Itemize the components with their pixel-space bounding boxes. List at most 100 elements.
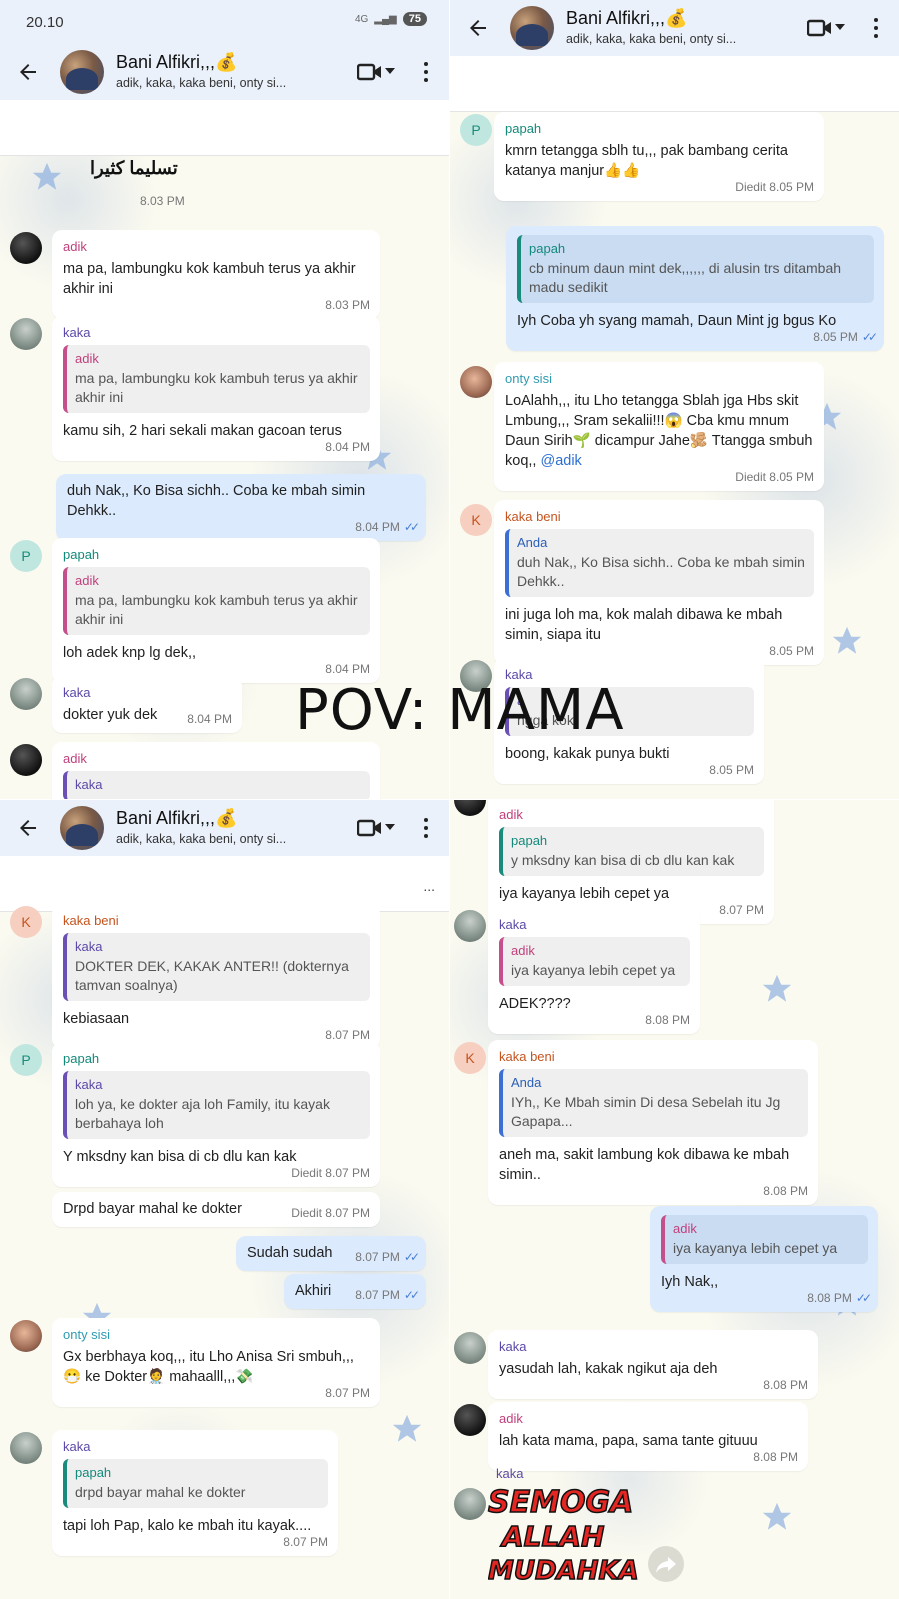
avatar-kaka-beni[interactable]: K <box>460 504 492 536</box>
quoted-message[interactable]: adik ma pa, lambungku kok kambuh terus y… <box>63 567 370 635</box>
back-arrow-icon[interactable] <box>466 16 490 40</box>
message-bubble[interactable]: kaka beni kaka DOKTER DEK, KAKAK ANTER!!… <box>52 904 380 1049</box>
pinned-bar[interactable] <box>0 100 449 156</box>
message-bubble[interactable]: kaka adik ma pa, lambungku kok kambuh te… <box>52 316 380 461</box>
message-bubble[interactable]: adik kaka <box>52 742 380 799</box>
message-bubble[interactable]: papah kaka loh ya, ke dokter aja loh Fam… <box>52 1042 380 1187</box>
chat-members[interactable]: adik, kaka, kaka beni, onty si... <box>566 32 736 46</box>
message-bubble-outgoing[interactable]: Akhiri 8.07 PM ✓✓ <box>284 1274 426 1309</box>
message-bubble[interactable]: adik papah y mksdny kan bisa di cb dlu k… <box>488 800 774 924</box>
message-time: Diedit 8.05 PM <box>735 180 814 194</box>
quoted-sender: papah <box>529 241 566 256</box>
sender-name: papah <box>63 547 100 562</box>
avatar-adik[interactable] <box>10 744 42 776</box>
avatar-kaka[interactable] <box>10 1432 42 1464</box>
message-bubble[interactable]: onty sisi Gx berbhaya koq,,, itu Lho Ani… <box>52 1318 380 1407</box>
avatar-onty-sisi[interactable] <box>460 366 492 398</box>
sticker-semoga-allah-mudahkan[interactable]: SEMOGA ALLAH MUDAHKAN <box>487 1485 638 1599</box>
avatar-adik[interactable] <box>454 1404 486 1436</box>
message-bubble[interactable]: kaka beni Anda IYh,, Ke Mbah simin Di de… <box>488 1040 818 1205</box>
message-bubble-outgoing[interactable]: adik iya kayanya lebih cepet ya Iyh Nak,… <box>650 1206 878 1312</box>
message-bubble[interactable]: kaka papah drpd bayar mahal ke dokter ta… <box>52 1430 338 1556</box>
avatar-papah[interactable]: P <box>460 114 492 146</box>
back-arrow-icon[interactable] <box>16 816 40 840</box>
avatar-kaka[interactable] <box>10 318 42 350</box>
message-bubble[interactable]: onty sisi LoAlahh,,, itu Lho tetangga Sb… <box>494 362 824 491</box>
sender-name: adik <box>63 239 87 254</box>
message-bubble-outgoing[interactable]: duh Nak,, Ko Bisa sichh.. Coba ke mbah s… <box>56 474 426 541</box>
quoted-message[interactable]: adik ma pa, lambungku kok kambuh terus y… <box>63 345 370 413</box>
quoted-message[interactable]: adik iya kayanya lebih cepet ya <box>499 937 690 986</box>
quoted-message[interactable]: adik iya kayanya lebih cepet ya <box>661 1215 868 1264</box>
video-call-icon[interactable] <box>357 816 383 840</box>
pinned-more[interactable]: ... <box>423 878 435 894</box>
group-avatar[interactable] <box>60 50 104 94</box>
quoted-message[interactable]: kaka DOKTER DEK, KAKAK ANTER!! (dokterny… <box>63 933 370 1001</box>
message-bubble[interactable]: kaka beni Anda duh Nak,, Ko Bisa sichh..… <box>494 500 824 665</box>
avatar-kaka-beni[interactable]: K <box>454 1042 486 1074</box>
chat-panel-bottom-right: adik papah y mksdny kan bisa di cb dlu k… <box>450 800 899 1599</box>
sticker-line-1: SEMOGA <box>487 1485 634 1521</box>
video-call-icon[interactable] <box>357 60 383 84</box>
avatar-kaka[interactable] <box>454 1488 486 1520</box>
avatar-papah[interactable]: P <box>10 540 42 572</box>
message-bubble[interactable]: adik lah kata mama, papa, sama tante git… <box>488 1402 808 1471</box>
avatar-kaka-beni[interactable]: K <box>10 906 42 938</box>
status-bar: 20.10 4G ▂▄▆ 75 <box>0 0 449 44</box>
message-text: aneh ma, sakit lambung kok dibawa ke mba… <box>499 1147 790 1183</box>
group-avatar[interactable] <box>510 6 554 50</box>
message-time: 8.03 PM <box>325 298 370 312</box>
avatar-papah[interactable]: P <box>10 1044 42 1076</box>
forward-icon[interactable] <box>648 1546 684 1582</box>
overlay-caption: POV: MAMA <box>295 678 625 743</box>
avatar-adik[interactable] <box>454 800 486 816</box>
message-bubble[interactable]: kaka adik iya kayanya lebih cepet ya ADE… <box>488 908 700 1034</box>
quoted-message[interactable]: Anda IYh,, Ke Mbah simin Di desa Sebelah… <box>499 1069 808 1137</box>
back-arrow-icon[interactable] <box>16 60 40 84</box>
message-time: 8.04 PM <box>325 440 370 454</box>
quoted-text: IYh,, Ke Mbah simin Di desa Sebelah itu … <box>511 1094 781 1129</box>
avatar-kaka[interactable] <box>454 910 486 942</box>
chat-title[interactable]: Bani Alfikri,,,💰 <box>116 52 237 73</box>
message-bubble[interactable]: kaka yasudah lah, kakak ngikut aja deh 8… <box>488 1330 818 1399</box>
chevron-down-icon[interactable] <box>385 68 395 74</box>
more-vert-icon[interactable] <box>873 16 879 40</box>
message-text: kmrn tetangga sblh tu,,, pak bambang cer… <box>505 143 788 179</box>
quoted-message[interactable]: kaka <box>63 771 370 799</box>
more-vert-icon[interactable] <box>423 60 429 84</box>
video-call-icon[interactable] <box>807 16 833 40</box>
avatar-adik[interactable] <box>10 232 42 264</box>
message-bubble-outgoing[interactable]: papah cb minum daun mint dek,,,,,, di al… <box>506 226 884 351</box>
quoted-message[interactable]: papah y mksdny kan bisa di cb dlu kan ka… <box>499 827 764 876</box>
quoted-message[interactable]: papah cb minum daun mint dek,,,,,, di al… <box>517 235 874 303</box>
sender-name: papah <box>505 121 542 136</box>
message-text: kamu sih, 2 hari sekali makan gacoan ter… <box>63 423 342 439</box>
message-bubble[interactable]: kaka dokter yuk dek 8.04 PM <box>52 676 242 733</box>
avatar-kaka[interactable] <box>454 1332 486 1364</box>
message-bubble[interactable]: Drpd bayar mahal ke dokter Diedit 8.07 P… <box>52 1192 380 1227</box>
quoted-text: ma pa, lambungku kok kambuh terus ya akh… <box>75 592 358 627</box>
chat-members[interactable]: adik, kaka, kaka beni, onty si... <box>116 76 286 90</box>
chat-members[interactable]: adik, kaka, kaka beni, onty si... <box>116 832 286 846</box>
group-avatar[interactable] <box>60 806 104 850</box>
quoted-message[interactable]: Anda duh Nak,, Ko Bisa sichh.. Coba ke m… <box>505 529 814 597</box>
sticker-line-2: ALLAH <box>501 1519 605 1554</box>
avatar-onty-sisi[interactable] <box>10 1320 42 1352</box>
message-time: 8.07 PM <box>355 1250 400 1264</box>
message-bubble[interactable]: adik ma pa, lambungku kok kambuh terus y… <box>52 230 380 319</box>
message-bubble[interactable]: papah adik ma pa, lambungku kok kambuh t… <box>52 538 380 683</box>
chevron-down-icon[interactable] <box>385 824 395 830</box>
message-bubble-outgoing[interactable]: Sudah sudah 8.07 PM ✓✓ <box>236 1236 426 1271</box>
chat-title[interactable]: Bani Alfikri,,,💰 <box>566 8 687 29</box>
message-bubble[interactable]: papah kmrn tetangga sblh tu,,, pak bamba… <box>494 112 824 201</box>
chevron-down-icon[interactable] <box>835 24 845 30</box>
quoted-message[interactable]: papah drpd bayar mahal ke dokter <box>63 1459 328 1508</box>
mention-link[interactable]: @adik <box>540 453 581 469</box>
message-time: 8.05 PM <box>709 763 754 777</box>
more-vert-icon[interactable] <box>423 816 429 840</box>
avatar-kaka[interactable] <box>10 678 42 710</box>
chat-title[interactable]: Bani Alfikri,,,💰 <box>116 808 237 829</box>
quoted-message[interactable]: kaka loh ya, ke dokter aja loh Family, i… <box>63 1071 370 1139</box>
pinned-bar[interactable] <box>450 56 899 112</box>
sender-name: kaka <box>496 1466 524 1481</box>
